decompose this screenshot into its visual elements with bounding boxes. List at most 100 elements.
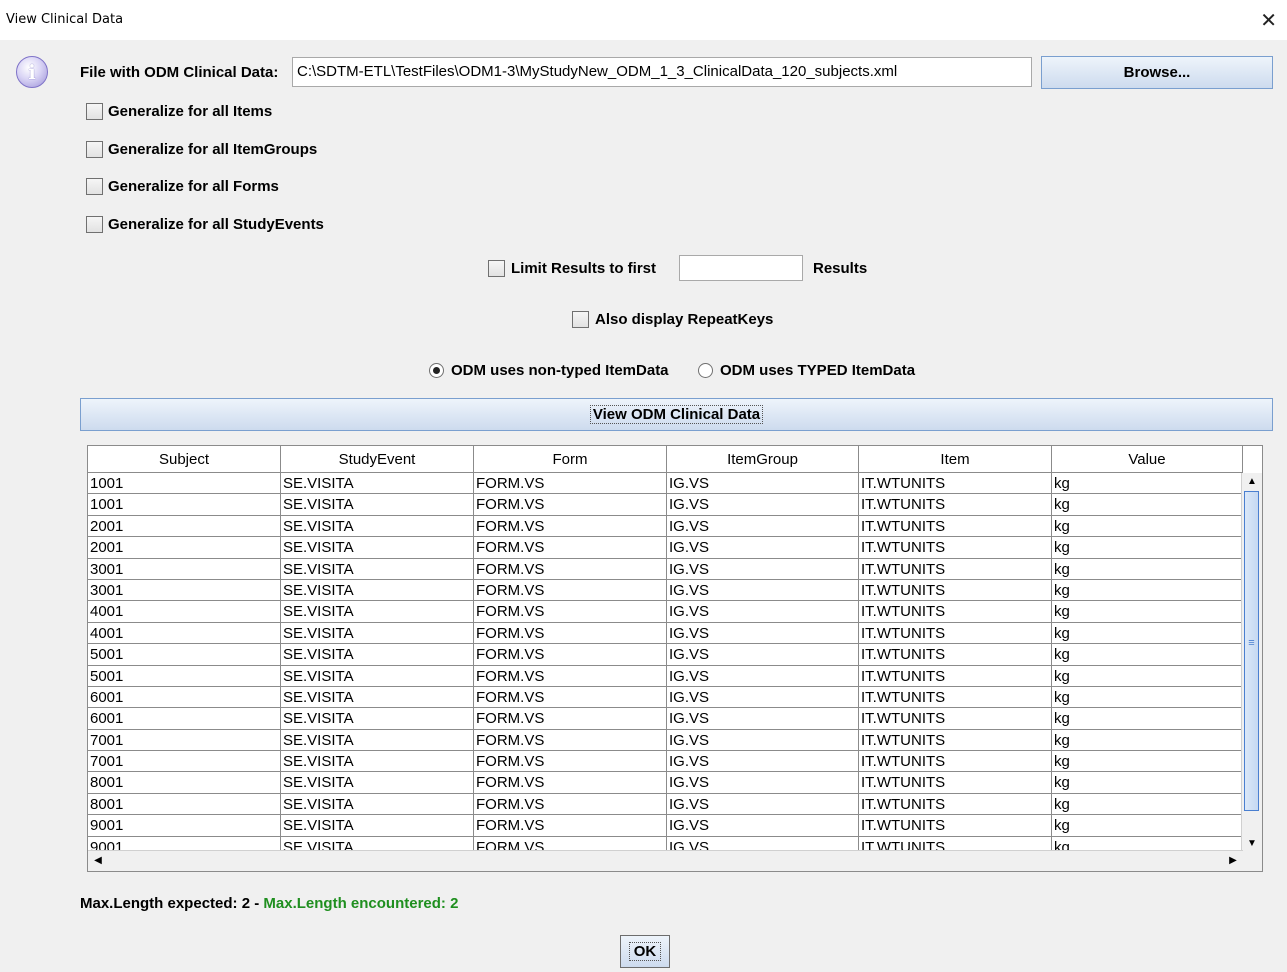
table-row[interactable]: 8001 SE.VISITA FORM.VS IG.VS IT.WTUNITS kg — [88, 772, 1243, 794]
vertical-scrollbar[interactable]: ▲ ≡ ▼ — [1241, 473, 1262, 853]
table-cell-value[interactable]: kg — [1052, 772, 1243, 794]
table-cell-value[interactable]: kg — [1052, 708, 1243, 730]
table-cell-form[interactable]: FORM.VS — [474, 494, 667, 516]
table-cell-subject[interactable]: 7001 — [88, 729, 281, 752]
table-row[interactable]: 4001 SE.VISITA FORM.VS IG.VS IT.WTUNITS kg — [88, 622, 1243, 645]
table-cell-value[interactable]: kg — [1052, 558, 1243, 580]
table-cell-form[interactable]: FORM.VS — [474, 772, 667, 794]
table-cell-itemgroup[interactable]: IG.VS — [667, 815, 859, 837]
column-header-studyevent[interactable]: StudyEvent — [281, 446, 474, 473]
table-cell-form[interactable]: FORM.VS — [474, 815, 667, 837]
table-cell-value[interactable]: kg — [1052, 665, 1243, 687]
table-cell-value[interactable]: kg — [1052, 815, 1243, 837]
table-cell-form[interactable]: FORM.VS — [474, 751, 667, 773]
table-cell-subject[interactable]: 6001 — [88, 708, 281, 730]
table-cell-value[interactable]: kg — [1052, 622, 1243, 645]
scroll-up-icon[interactable]: ▲ — [1242, 473, 1262, 491]
horizontal-scrollbar[interactable]: ◀ ▶ — [88, 850, 1243, 871]
table-cell-itemgroup[interactable]: IG.VS — [667, 473, 859, 495]
table-cell-item[interactable]: IT.WTUNITS — [859, 665, 1052, 687]
table-cell-item[interactable]: IT.WTUNITS — [859, 473, 1052, 495]
table-cell-value[interactable]: kg — [1052, 579, 1243, 602]
table-cell-value[interactable]: kg — [1052, 686, 1243, 709]
repeat-keys-checkbox[interactable] — [572, 311, 589, 328]
table-cell-itemgroup[interactable]: IG.VS — [667, 686, 859, 709]
table-cell-item[interactable]: IT.WTUNITS — [859, 751, 1052, 773]
scroll-left-icon[interactable]: ◀ — [88, 852, 108, 870]
table-row[interactable]: 1001 SE.VISITA FORM.VS IG.VS IT.WTUNITS kg — [88, 494, 1243, 516]
table-cell-form[interactable]: FORM.VS — [474, 644, 667, 666]
table-row[interactable]: 8001 SE.VISITA FORM.VS IG.VS IT.WTUNITS kg — [88, 793, 1243, 816]
table-row[interactable]: 3001 SE.VISITA FORM.VS IG.VS IT.WTUNITS kg — [88, 558, 1243, 580]
table-cell-studyevent[interactable]: SE.VISITA — [281, 686, 474, 709]
table-cell-subject[interactable]: 8001 — [88, 772, 281, 794]
column-header-itemgroup[interactable]: ItemGroup — [667, 446, 859, 473]
table-cell-value[interactable]: kg — [1052, 515, 1243, 538]
table-row[interactable]: 6001 SE.VISITA FORM.VS IG.VS IT.WTUNITS kg — [88, 708, 1243, 730]
table-cell-item[interactable]: IT.WTUNITS — [859, 515, 1052, 538]
non-typed-radio[interactable] — [429, 363, 444, 378]
table-cell-item[interactable]: IT.WTUNITS — [859, 772, 1052, 794]
table-cell-studyevent[interactable]: SE.VISITA — [281, 558, 474, 580]
table-cell-form[interactable]: FORM.VS — [474, 558, 667, 580]
table-cell-itemgroup[interactable]: IG.VS — [667, 793, 859, 816]
generalize-studyevents-checkbox[interactable] — [86, 216, 103, 233]
vertical-scroll-thumb[interactable]: ≡ — [1244, 491, 1259, 811]
table-cell-studyevent[interactable]: SE.VISITA — [281, 494, 474, 516]
table-cell-value[interactable]: kg — [1052, 601, 1243, 623]
table-cell-itemgroup[interactable]: IG.VS — [667, 644, 859, 666]
table-cell-form[interactable]: FORM.VS — [474, 708, 667, 730]
table-cell-item[interactable]: IT.WTUNITS — [859, 708, 1052, 730]
table-row[interactable]: 2001 SE.VISITA FORM.VS IG.VS IT.WTUNITS kg — [88, 515, 1243, 538]
table-row[interactable]: 7001 SE.VISITA FORM.VS IG.VS IT.WTUNITS kg — [88, 729, 1243, 752]
table-cell-item[interactable]: IT.WTUNITS — [859, 793, 1052, 816]
table-cell-subject[interactable]: 1001 — [88, 494, 281, 516]
table-cell-itemgroup[interactable]: IG.VS — [667, 601, 859, 623]
table-cell-studyevent[interactable]: SE.VISITA — [281, 537, 474, 559]
table-cell-subject[interactable]: 2001 — [88, 537, 281, 559]
table-cell-itemgroup[interactable]: IG.VS — [667, 751, 859, 773]
table-cell-value[interactable]: kg — [1052, 751, 1243, 773]
clinical-data-table[interactable]: Subject StudyEvent Form ItemGroup Item V… — [87, 445, 1263, 872]
scroll-right-icon[interactable]: ▶ — [1223, 852, 1243, 870]
table-cell-value[interactable]: kg — [1052, 793, 1243, 816]
table-cell-studyevent[interactable]: SE.VISITA — [281, 644, 474, 666]
table-cell-subject[interactable]: 2001 — [88, 515, 281, 538]
table-cell-studyevent[interactable]: SE.VISITA — [281, 473, 474, 495]
table-cell-item[interactable]: IT.WTUNITS — [859, 729, 1052, 752]
generalize-itemgroups-checkbox[interactable] — [86, 141, 103, 158]
ok-button[interactable]: OK — [620, 935, 670, 968]
table-cell-form[interactable]: FORM.VS — [474, 793, 667, 816]
close-icon[interactable]: ✕ — [1260, 8, 1277, 32]
table-cell-studyevent[interactable]: SE.VISITA — [281, 665, 474, 687]
table-cell-itemgroup[interactable]: IG.VS — [667, 708, 859, 730]
limit-results-checkbox[interactable] — [488, 260, 505, 277]
table-cell-form[interactable]: FORM.VS — [474, 473, 667, 495]
table-cell-studyevent[interactable]: SE.VISITA — [281, 579, 474, 602]
table-cell-form[interactable]: FORM.VS — [474, 622, 667, 645]
table-row[interactable]: 9001 SE.VISITA FORM.VS IG.VS IT.WTUNITS kg — [88, 815, 1243, 837]
view-clinical-data-button[interactable]: View ODM Clinical Data — [80, 398, 1273, 431]
table-cell-itemgroup[interactable]: IG.VS — [667, 537, 859, 559]
table-cell-item[interactable]: IT.WTUNITS — [859, 579, 1052, 602]
typed-radio[interactable] — [698, 363, 713, 378]
table-row[interactable]: 5001 SE.VISITA FORM.VS IG.VS IT.WTUNITS kg — [88, 644, 1243, 666]
table-cell-item[interactable]: IT.WTUNITS — [859, 815, 1052, 837]
table-cell-itemgroup[interactable]: IG.VS — [667, 772, 859, 794]
table-cell-studyevent[interactable]: SE.VISITA — [281, 815, 474, 837]
table-cell-form[interactable]: FORM.VS — [474, 686, 667, 709]
table-row[interactable]: 2001 SE.VISITA FORM.VS IG.VS IT.WTUNITS kg — [88, 537, 1243, 559]
table-cell-item[interactable]: IT.WTUNITS — [859, 622, 1052, 645]
table-cell-subject[interactable]: 4001 — [88, 601, 281, 623]
table-cell-subject[interactable]: 7001 — [88, 751, 281, 773]
column-header-item[interactable]: Item — [859, 446, 1052, 473]
table-cell-item[interactable]: IT.WTUNITS — [859, 644, 1052, 666]
table-row[interactable]: 3001 SE.VISITA FORM.VS IG.VS IT.WTUNITS kg — [88, 579, 1243, 602]
table-cell-value[interactable]: kg — [1052, 644, 1243, 666]
table-row[interactable]: 5001 SE.VISITA FORM.VS IG.VS IT.WTUNITS kg — [88, 665, 1243, 687]
table-cell-itemgroup[interactable]: IG.VS — [667, 729, 859, 752]
table-cell-studyevent[interactable]: SE.VISITA — [281, 622, 474, 645]
table-cell-studyevent[interactable]: SE.VISITA — [281, 708, 474, 730]
column-header-form[interactable]: Form — [474, 446, 667, 473]
column-header-value[interactable]: Value — [1052, 446, 1243, 473]
